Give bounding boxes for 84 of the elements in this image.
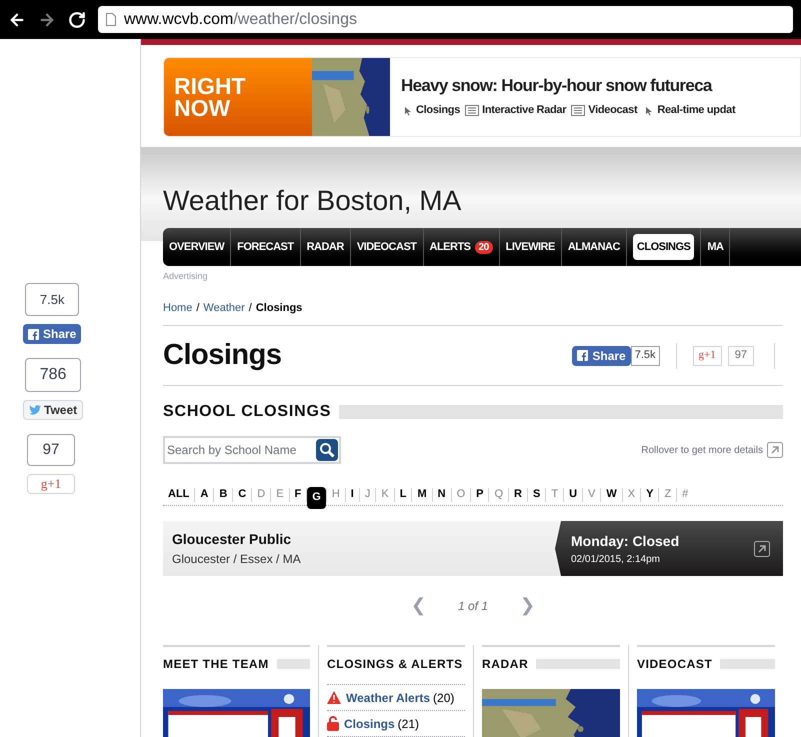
letter-filter[interactable]: I (346, 486, 359, 503)
forward-icon[interactable] (38, 10, 56, 28)
reload-icon[interactable] (68, 10, 86, 28)
url-host: www.wcvb.com (124, 10, 234, 30)
tweet-button[interactable]: Tweet (23, 400, 84, 420)
facebook-share-button[interactable]: Share (572, 346, 631, 366)
column-title: CLOSINGS & ALERTS (327, 656, 463, 673)
letter-filter[interactable]: G (307, 486, 326, 508)
nav-tab[interactable]: RADAR (300, 228, 351, 266)
search-field[interactable]: Search by School Name (163, 436, 341, 464)
letter-filter[interactable]: C (233, 486, 252, 503)
letter-filter[interactable]: ALL (163, 486, 194, 503)
headline-link[interactable]: Interactive Radar (465, 102, 566, 118)
rollover-hint: Rollover to get more details (641, 444, 763, 458)
google-plus-button[interactable]: g+1 (27, 474, 75, 494)
page-title: Weather for Boston, MA (163, 184, 462, 218)
headline-link[interactable]: Real-time updat (642, 102, 736, 118)
share-count: 7.5k (25, 283, 80, 316)
share-count: 97 (27, 434, 75, 466)
page-icon (106, 13, 116, 26)
letter-filter[interactable]: L (394, 486, 412, 503)
letter-filter[interactable]: W (601, 486, 622, 503)
share-count: 786 (25, 358, 82, 392)
nav-tab[interactable]: OVERVIEW (163, 228, 232, 266)
search-icon (319, 442, 335, 458)
current-page-label: Closings (256, 300, 302, 316)
external-link-icon (754, 540, 770, 556)
article-icon (465, 104, 480, 116)
letter-filter[interactable]: A (195, 486, 214, 503)
nav-tab[interactable]: LIVEWIRE (500, 228, 562, 266)
section-title: SCHOOL CLOSINGS (163, 402, 332, 422)
page-heading: Closings (163, 338, 282, 373)
share-count: 7.5k (630, 346, 660, 366)
letter-filter[interactable]: B (214, 486, 232, 503)
nav-tab[interactable]: VIDEOCAST (350, 228, 424, 266)
warning-icon (327, 691, 341, 704)
closing-status: Monday: Closed (571, 532, 680, 551)
letter-filter[interactable]: N (432, 486, 451, 503)
headline[interactable]: Heavy snow: Hour-by-hour snow futureca (401, 72, 800, 100)
letter-filter[interactable]: Y (641, 486, 658, 503)
column-title: RADAR (482, 656, 528, 673)
right-now-label: RIGHT NOW (164, 58, 312, 136)
breadcrumb-separator: / (248, 300, 252, 316)
external-link-icon (767, 442, 783, 458)
headline-link[interactable]: Videocast (571, 102, 638, 118)
link-count: (20) (433, 690, 454, 706)
nav-tab[interactable]: ALMANAC (562, 228, 627, 266)
address-bar[interactable]: www.wcvb.com/weather/closings (98, 6, 793, 33)
sidebar-link[interactable]: Closings (344, 714, 395, 732)
headline-link[interactable]: Closings (401, 102, 460, 118)
column-title: MEET THE TEAM (163, 656, 269, 673)
letter-filter[interactable]: R (509, 486, 527, 503)
letter-filter[interactable]: F (290, 486, 306, 503)
sidebar-link[interactable]: Weather Alerts (346, 688, 430, 706)
bird-icon (29, 405, 41, 415)
facebook-icon (28, 328, 39, 340)
school-name: Gloucester Public (172, 530, 292, 549)
page-indicator: 1 of 1 (456, 598, 490, 614)
facebook-share-button[interactable]: Share (23, 324, 82, 344)
letter-filter[interactable]: P (471, 486, 488, 503)
search-button[interactable] (316, 439, 338, 461)
back-icon[interactable] (8, 10, 26, 28)
breadcrumb-separator: / (196, 300, 200, 316)
column-title: VIDEOCAST (637, 656, 712, 673)
advertising-label: Advertising (163, 270, 209, 283)
share-count: 97 (728, 346, 754, 366)
breadcrumb-link[interactable]: Home (163, 300, 192, 316)
lock-icon (327, 716, 339, 731)
closing-row[interactable]: Gloucester Public Gloucester / Essex / MA Monday: Closed 02/01/2015, 2:14pm (163, 521, 783, 576)
school-location: Gloucester / Essex / MA (172, 551, 302, 568)
count-badge: 20 (474, 240, 493, 254)
letter-filter[interactable]: M (412, 486, 432, 503)
google-plus-button[interactable]: g+1 (692, 346, 722, 366)
nav-tab[interactable]: FORECAST (231, 228, 301, 266)
update-time: 02/01/2015, 2:14pm (571, 552, 661, 566)
facebook-icon (577, 350, 588, 361)
url-path: /weather/closings (233, 10, 357, 30)
letter-filter[interactable]: S (528, 486, 546, 503)
breadcrumb-link[interactable]: Weather (203, 300, 245, 316)
nav-tab[interactable]: ALERTS 20 (424, 228, 500, 266)
article-icon (571, 104, 586, 116)
letter-filter[interactable]: U (564, 486, 582, 503)
nav-tab[interactable]: MA (701, 228, 730, 266)
link-count: (21) (398, 716, 420, 732)
